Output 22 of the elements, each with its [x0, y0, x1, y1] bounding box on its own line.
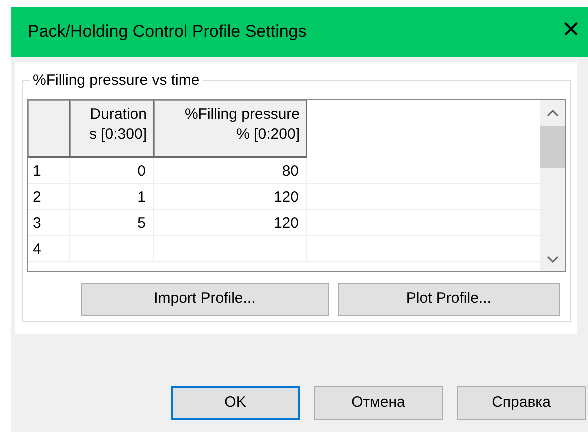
- row-number: 3: [28, 210, 70, 235]
- scroll-thumb[interactable]: [540, 126, 565, 168]
- row-number: 2: [28, 184, 70, 209]
- cancel-button[interactable]: Отмена: [314, 386, 443, 420]
- table-cell: 120: [154, 184, 307, 209]
- plot-profile-button[interactable]: Plot Profile...: [338, 283, 560, 316]
- ok-button[interactable]: OK: [171, 386, 300, 420]
- close-button[interactable]: ×: [552, 15, 588, 49]
- scrollbar[interactable]: [540, 100, 565, 271]
- row-header-corner: [28, 100, 70, 158]
- table-cell: 5: [70, 210, 154, 235]
- column-header[interactable]: %Filling pressure % [0:200]: [154, 100, 307, 158]
- table-cell: 120: [154, 210, 307, 235]
- table-cell: 0: [70, 158, 154, 183]
- import-profile-button[interactable]: Import Profile...: [81, 283, 329, 316]
- window-title: Pack/Holding Control Profile Settings: [28, 21, 307, 44]
- table-cell: 1: [70, 184, 154, 209]
- row-number: 4: [28, 236, 70, 261]
- row-number: 1: [28, 158, 70, 183]
- column-header[interactable]: Duration s [0:300]: [70, 100, 154, 158]
- table-cell: 80: [154, 158, 307, 183]
- help-button[interactable]: Справка: [457, 386, 586, 420]
